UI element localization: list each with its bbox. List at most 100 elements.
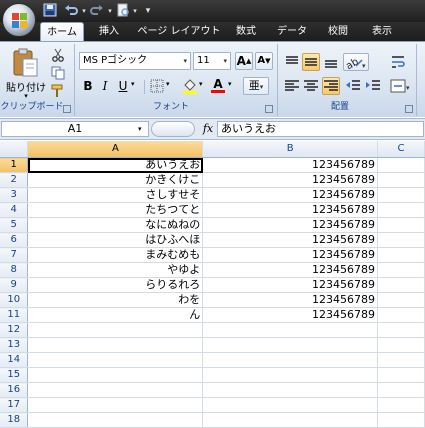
row-header[interactable]: 2 (0, 172, 29, 188)
paste-button-label[interactable]: 貼り付け (4, 79, 48, 94)
cell[interactable]: 123456789 (202, 187, 379, 203)
cell[interactable]: さしすせそ (27, 187, 204, 203)
row-header[interactable]: 14 (0, 352, 29, 368)
name-box[interactable]: A1 (1, 121, 149, 137)
cell[interactable] (27, 322, 204, 338)
tab-page-layout[interactable]: ページ レイアウト (135, 22, 223, 42)
undo-icon[interactable] (62, 3, 80, 19)
align-center-icon[interactable] (302, 78, 320, 94)
cell[interactable] (377, 202, 425, 218)
cell[interactable] (377, 307, 425, 323)
cell[interactable] (27, 367, 204, 383)
cell[interactable]: 123456789 (202, 247, 379, 263)
cell[interactable] (202, 352, 379, 368)
row-header[interactable]: 17 (0, 397, 29, 413)
cell[interactable]: 123456789 (202, 157, 379, 173)
font-color-button[interactable]: A (211, 77, 225, 93)
align-middle-icon[interactable] (302, 53, 320, 71)
fill-color-dropdown-icon[interactable]: ▾ (199, 80, 207, 92)
tab-home[interactable]: ホーム (40, 22, 84, 42)
cell[interactable]: わを (27, 292, 204, 308)
row-header[interactable]: 5 (0, 217, 29, 233)
cut-icon[interactable] (51, 48, 65, 62)
cell[interactable]: 123456789 (202, 172, 379, 188)
row-header[interactable]: 6 (0, 232, 29, 248)
align-left-icon[interactable] (283, 78, 301, 94)
save-icon[interactable] (42, 3, 58, 19)
tab-formulas[interactable]: 数式 (228, 22, 264, 42)
cell[interactable] (202, 322, 379, 338)
font-size-combo[interactable]: 11 ▾ (193, 52, 231, 70)
cell[interactable] (27, 337, 204, 353)
formula-bar-divider-handle[interactable] (151, 121, 195, 137)
row-header[interactable]: 18 (0, 412, 29, 428)
phonetic-guide-button[interactable]: 亜▾ (243, 77, 269, 95)
row-header[interactable]: 13 (0, 337, 29, 353)
column-header-c[interactable]: C (377, 141, 425, 158)
format-painter-icon[interactable] (51, 84, 65, 98)
cell[interactable] (377, 397, 425, 413)
paste-icon[interactable] (9, 47, 41, 79)
row-header[interactable]: 16 (0, 382, 29, 398)
print-preview-icon[interactable] (115, 3, 131, 19)
insert-function-icon[interactable]: fx (200, 121, 216, 137)
cell[interactable]: なにぬねの (27, 217, 204, 233)
row-header[interactable]: 11 (0, 307, 29, 323)
row-header[interactable]: 1 (0, 157, 29, 173)
cell[interactable] (377, 157, 425, 173)
row-header[interactable]: 10 (0, 292, 29, 308)
underline-dropdown-icon[interactable]: ▾ (131, 80, 139, 92)
column-header-b[interactable]: B (202, 141, 379, 158)
grow-font-button[interactable]: A▲ (235, 52, 253, 70)
undo-dropdown-icon[interactable]: ▾ (80, 3, 88, 19)
bold-button[interactable]: B (81, 78, 95, 94)
font-color-dropdown-icon[interactable]: ▾ (228, 80, 236, 92)
paste-dropdown-icon[interactable]: ▾ (20, 92, 32, 100)
tab-data[interactable]: データ (270, 22, 314, 42)
cell[interactable]: まみむめも (27, 247, 204, 263)
cell[interactable] (27, 352, 204, 368)
cell[interactable] (377, 217, 425, 233)
cell[interactable] (202, 397, 379, 413)
cell[interactable]: 123456789 (202, 202, 379, 218)
cell[interactable] (202, 337, 379, 353)
cell[interactable]: 123456789 (202, 232, 379, 248)
font-size-dropdown-icon[interactable]: ▾ (223, 53, 227, 69)
tab-insert[interactable]: 挿入 (90, 22, 128, 42)
cell[interactable] (377, 187, 425, 203)
cell[interactable] (377, 412, 425, 428)
tab-review[interactable]: 校閲 (320, 22, 356, 42)
cell[interactable] (377, 292, 425, 308)
cell[interactable] (27, 397, 204, 413)
italic-button[interactable]: I (98, 78, 112, 94)
active-cell[interactable]: あいうえお (27, 157, 204, 173)
copy-icon[interactable] (51, 66, 65, 80)
cell[interactable] (377, 322, 425, 338)
tab-view[interactable]: 表示 (364, 22, 400, 42)
orientation-icon[interactable]: ab ▾ (343, 53, 369, 72)
cell[interactable] (27, 412, 204, 428)
cell[interactable] (377, 382, 425, 398)
borders-dropdown-icon[interactable]: ▾ (166, 80, 174, 92)
cell[interactable] (377, 172, 425, 188)
shrink-font-button[interactable]: A▼ (255, 52, 273, 70)
cell[interactable] (202, 412, 379, 428)
cell[interactable] (27, 382, 204, 398)
cell[interactable]: やゆよ (27, 262, 204, 278)
row-header[interactable]: 12 (0, 322, 29, 338)
cell[interactable] (377, 277, 425, 293)
formula-input[interactable]: あいうえお (217, 121, 424, 137)
cell[interactable] (377, 352, 425, 368)
cell[interactable]: はひふへほ (27, 232, 204, 248)
row-header[interactable]: 8 (0, 262, 29, 278)
underline-button[interactable]: U (116, 78, 130, 94)
cell[interactable] (377, 262, 425, 278)
row-header[interactable]: 15 (0, 367, 29, 383)
cell[interactable]: 123456789 (202, 217, 379, 233)
increase-indent-icon[interactable] (364, 78, 382, 94)
cell[interactable] (202, 382, 379, 398)
cell[interactable]: 123456789 (202, 307, 379, 323)
cell[interactable]: らりるれろ (27, 277, 204, 293)
alignment-dialog-launcher-icon[interactable] (405, 105, 413, 113)
cell[interactable] (377, 367, 425, 383)
